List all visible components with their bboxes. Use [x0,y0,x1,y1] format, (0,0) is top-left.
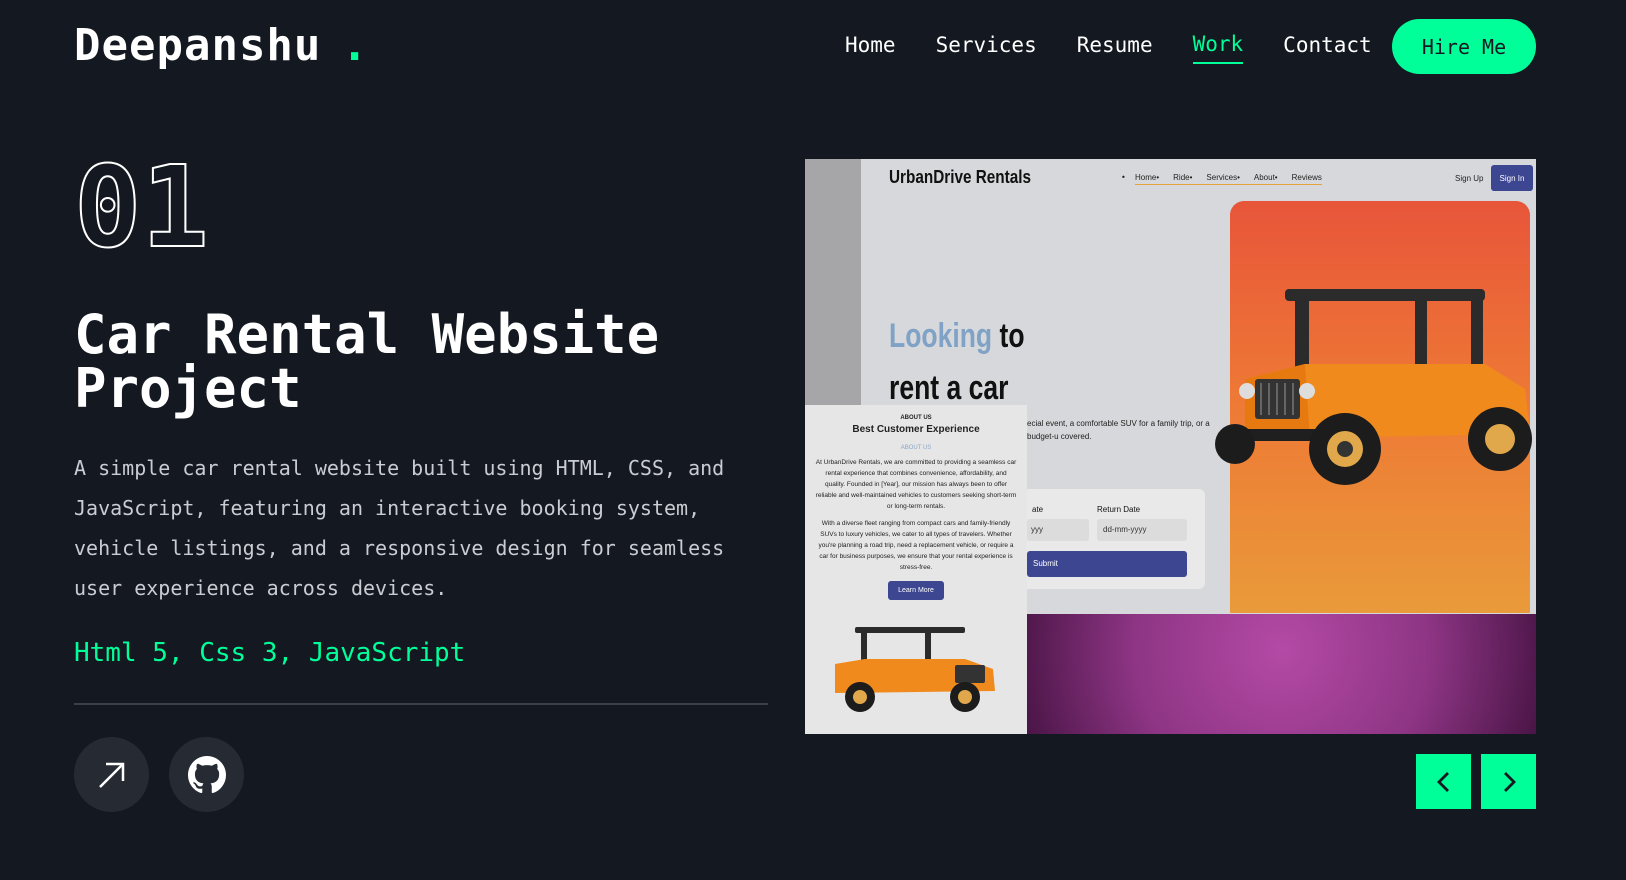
preview-learn-more: Learn More [888,581,944,600]
nav-home[interactable]: Home [845,33,896,63]
preview-form-label: ate [1032,505,1044,514]
preview-about-sub: ABOUT US [900,445,932,451]
preview-hero-line2: rent a car [889,369,1009,407]
preview-return-date-input: dd-mm-yyyy [1097,519,1187,541]
preview-nav-item: Home• [1135,173,1160,182]
preview-about-small: ABOUT US [900,415,932,421]
arrow-up-right-icon [98,762,124,788]
preview-left-strip [805,159,861,409]
next-slide-button[interactable] [1481,754,1536,809]
project-title: Car Rental Website Project [74,303,660,420]
nav-contact[interactable]: Contact [1283,33,1372,63]
project-preview-image: UrbanDrive Rentals Home• Ride• Services•… [805,159,1536,734]
project-description: A simple car rental website built using … [74,456,725,600]
preview-small-jeep-image [835,627,995,712]
hire-me-button[interactable]: Hire Me [1392,19,1536,74]
nav-services[interactable]: Services [936,33,1037,63]
main-nav: Home Services Resume Work Contact [845,32,1372,64]
preview-signup: Sign Up [1455,174,1484,183]
preview-form-label: Return Date [1097,505,1141,514]
preview-nav-item: Ride• [1173,173,1193,182]
preview-nav-item: Reviews [1291,173,1322,182]
github-icon [187,755,226,793]
preview-hero-desc: ecial event, a comfortable SUV for a fam… [1027,419,1210,441]
project-tech-stack: Html 5, Css 3, JavaScript [74,638,466,668]
preview-nav-item: About• [1253,173,1278,182]
preview-date-input: yyy [1027,519,1089,541]
project-number: 01 [73,143,210,273]
preview-about-heading: Best Customer Experience [852,424,980,435]
preview-brand: UrbanDrive Rentals [889,167,1032,187]
preview-about-paragraph: At UrbanDrive Rentals, we are committed … [815,459,1017,510]
chevron-left-icon [1436,771,1449,792]
preview-nav-item: Services• [1206,173,1240,182]
github-button[interactable] [169,737,244,812]
divider [74,703,768,705]
live-project-button[interactable] [74,737,149,812]
nav-work[interactable]: Work [1192,32,1244,64]
logo-dot: . [341,20,369,71]
previous-slide-button[interactable] [1416,754,1471,809]
preview-jeep-image [1215,289,1532,485]
preview-submit: Submit [1027,551,1187,577]
preview-about-paragraph: With a diverse fleet ranging from compac… [818,520,1014,571]
preview-signin: Sign In [1491,165,1533,191]
preview-hero-rest: to [992,317,1025,355]
preview-hero-line1: Looking to [889,317,1025,356]
preview-nav: Home• Ride• Services• About• Reviews [1135,173,1322,185]
nav-resume[interactable]: Resume [1077,33,1153,63]
site-logo[interactable]: Deepanshu. [74,20,369,71]
logo-text: Deepanshu [74,20,322,71]
chevron-right-icon [1503,771,1516,792]
preview-purple-panel [1027,614,1536,734]
preview-hero-highlight: Looking [889,317,993,355]
preview-nav-bullet: • [1121,173,1126,182]
